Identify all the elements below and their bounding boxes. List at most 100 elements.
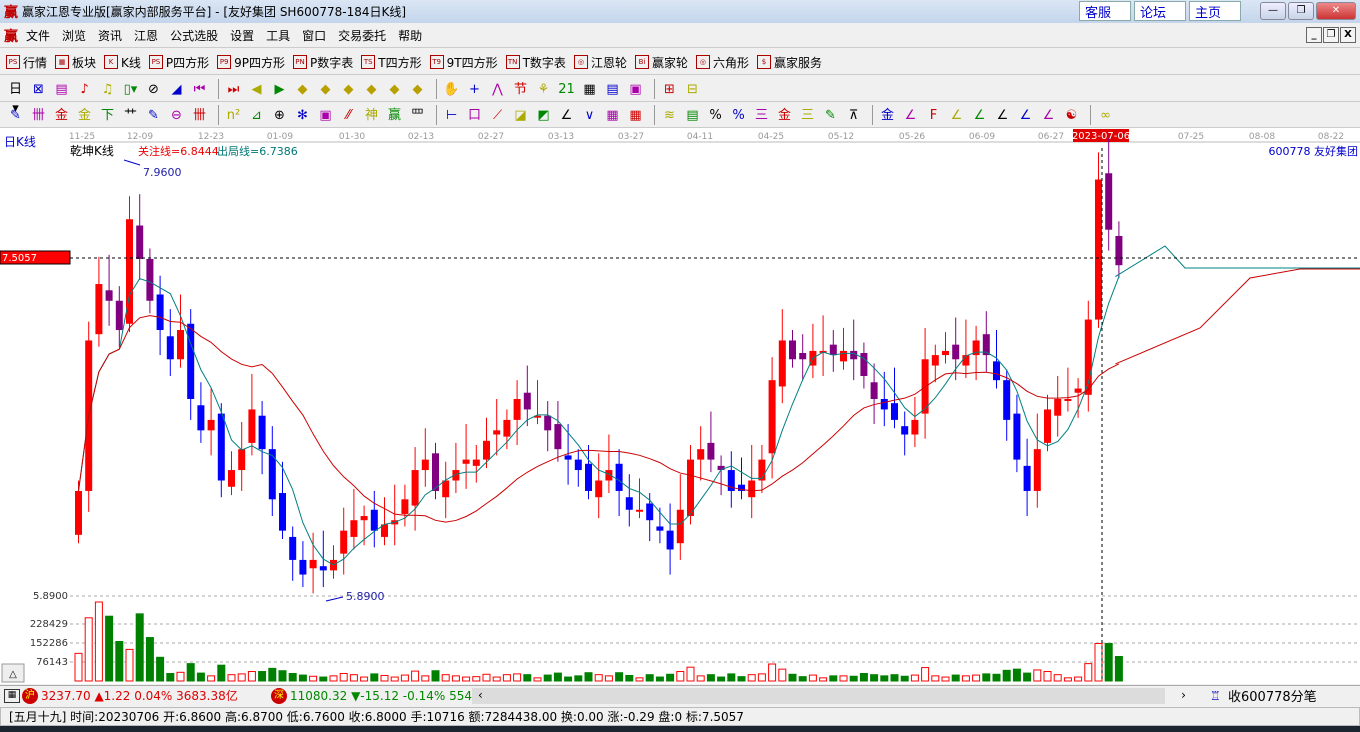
toolbar3-tool-icon-45[interactable]: ∞ [1096,106,1115,125]
toolbar3-tool-icon-15[interactable]: 神 [362,106,381,125]
toolbar3-tool-icon-20[interactable]: ⟋ [488,106,507,125]
toolbar2-tool-icon-24[interactable]: ▦ [580,80,599,99]
menu-item-5[interactable]: 设置 [230,27,254,44]
mdi-restore-button[interactable]: ❐ [1323,27,1339,43]
toolbar2-tool-icon-4[interactable]: ♫ [98,80,117,99]
toolbar2-tool-icon-16[interactable]: ◆ [385,80,404,99]
kline-chart[interactable]: 11-25 12-09 12-23 01-09 01-30 02-13 02-27 03-13… [0,128,1360,684]
toolbar2-tool-icon-14[interactable]: ◆ [339,80,358,99]
toolbar2-tool-icon-9[interactable]: ⏭ [224,80,243,99]
menu-item-1[interactable]: 浏览 [62,27,86,44]
chart-canvas[interactable]: 11-25 12-09 12-23 01-09 01-30 02-13 02-27 03-13… [0,128,1360,684]
toolbar3-tool-icon-44[interactable]: ☯ [1062,106,1081,125]
toolbar3-tool-icon-31[interactable]: 三 [752,106,771,125]
toolbar-button-2[interactable]: K K线 [104,54,141,71]
toolbar3-tool-icon-33[interactable]: 三 [798,106,817,125]
toolbar3-tool-icon-43[interactable]: ∠ [1039,106,1058,125]
menu-item-2[interactable]: 资讯 [98,27,122,44]
toolbar3-tool-icon-41[interactable]: ∠ [993,106,1012,125]
toolbar3-tool-icon-4[interactable]: 下 [98,106,117,125]
toolbar-button-8[interactable]: TN T数字表 [505,54,566,71]
toolbar-button-5[interactable]: PN P数字表 [293,54,353,71]
toolbar3-tool-icon-8[interactable]: 卌 [190,106,209,125]
toolbar2-tool-icon-7[interactable]: ◢ [167,80,186,99]
restore-button[interactable]: ❐ [1288,2,1314,20]
toolbar3-tool-icon-36[interactable]: 金 [878,106,897,125]
toolbar2-tool-icon-28[interactable]: ⊟ [683,80,702,99]
toolbar3-tool-icon-12[interactable]: ✻ [293,106,312,125]
menu-item-8[interactable]: 交易委托 [338,27,386,44]
toolbar3-tool-icon-24[interactable]: ∨ [580,106,599,125]
toolbar2-tool-icon-6[interactable]: ⊘ [144,80,163,99]
toolbar2-tool-icon-22[interactable]: ⚘ [534,80,553,99]
toolbar2-tool-icon-25[interactable]: ▤ [603,80,622,99]
toolbar-button-12[interactable]: $ 赢家服务 [756,54,822,71]
toolbar3-tool-icon-7[interactable]: ⊖ [167,106,186,125]
toolbar2-tool-icon-23[interactable]: 21 [557,80,576,99]
menu-item-4[interactable]: 公式选股 [170,27,218,44]
toolbar3-tool-icon-34[interactable]: ✎ [821,106,840,125]
toolbar3-tool-icon-5[interactable]: 艹 [121,106,140,125]
toolbar3-tool-icon-0[interactable]: ✎ [6,106,25,125]
toolbar2-tool-icon-18[interactable]: ✋ [442,80,461,99]
toolbar3-tool-icon-26[interactable]: ▦ [626,106,645,125]
menu-item-3[interactable]: 江恩 [134,27,158,44]
toolbar-button-4[interactable]: P9 9P四方形 [217,54,285,71]
toolbar2-tool-icon-12[interactable]: ◆ [293,80,312,99]
customer-service-link[interactable]: 客服 [1079,1,1131,21]
toolbar3-tool-icon-22[interactable]: ◩ [534,106,553,125]
tick-data-link[interactable]: 收600778分笔 [1228,686,1317,705]
toolbar3-tool-icon-25[interactable]: ▦ [603,106,622,125]
toolbar3-tool-icon-21[interactable]: ◪ [511,106,530,125]
toolbar3-tool-icon-17[interactable]: 罒 [408,106,427,125]
mdi-minimize-button[interactable]: _ [1306,27,1322,43]
toolbar-button-7[interactable]: T9 9T四方形 [429,54,498,71]
scroll-right-icon[interactable]: › [1165,688,1202,704]
toolbar2-tool-icon-5[interactable]: ▯▾ [121,80,140,99]
toolbar3-tool-icon-16[interactable]: 赢 [385,106,404,125]
toolbar3-tool-icon-42[interactable]: ∠ [1016,106,1035,125]
toolbar3-tool-icon-10[interactable]: ⊿ [247,106,266,125]
toolbar3-tool-icon-9[interactable]: n² [224,106,243,125]
toolbar2-tool-icon-2[interactable]: ▤ [52,80,71,99]
toolbar3-tool-icon-1[interactable]: 卌 [29,106,48,125]
forum-link[interactable]: 论坛 [1134,1,1186,21]
toolbar2-tool-icon-26[interactable]: ▣ [626,80,645,99]
toolbar-button-0[interactable]: PS 行情 [6,54,47,71]
horizontal-scrollbar[interactable]: ‹ › [472,688,1202,704]
minimize-button[interactable]: — [1260,2,1286,20]
toolbar2-tool-icon-11[interactable]: ▶ [270,80,289,99]
toolbar3-tool-icon-29[interactable]: % [706,106,725,125]
menu-item-9[interactable]: 帮助 [398,27,422,44]
toolbar3-tool-icon-23[interactable]: ∠ [557,106,576,125]
toolbar2-tool-icon-27[interactable]: ⊞ [660,80,679,99]
toolbar3-tool-icon-27[interactable]: ≋ [660,106,679,125]
table-icon[interactable]: ▦ [4,688,20,703]
toolbar-button-10[interactable]: Bi 赢家轮 [634,54,688,71]
toolbar2-tool-icon-19[interactable]: + [465,80,484,99]
toolbar2-tool-icon-20[interactable]: ⋀ [488,80,507,99]
toolbar2-tool-icon-21[interactable]: 节 [511,80,530,99]
toolbar3-tool-icon-11[interactable]: ⊕ [270,106,289,125]
toolbar3-tool-icon-39[interactable]: ∠ [947,106,966,125]
toolbar2-tool-icon-10[interactable]: ◀ [247,80,266,99]
toolbar3-tool-icon-6[interactable]: ✎ [144,106,163,125]
toolbar3-tool-icon-19[interactable]: 口 [465,106,484,125]
toolbar-button-1[interactable]: ▦ 板块 [55,54,96,71]
scroll-left-icon[interactable]: ‹ [478,688,483,702]
mdi-close-button[interactable]: X [1340,27,1356,43]
homepage-link[interactable]: 主页 [1189,1,1241,21]
menu-item-7[interactable]: 窗口 [302,27,326,44]
toolbar3-tool-icon-30[interactable]: % [729,106,748,125]
toolbar-button-3[interactable]: PS P四方形 [148,54,209,71]
toolbar-button-11[interactable]: ◎ 六角形 [695,54,749,71]
menu-item-0[interactable]: 文件 [26,27,50,44]
toolbar3-tool-icon-2[interactable]: 金 [52,106,71,125]
menu-item-6[interactable]: 工具 [266,27,290,44]
toolbar3-tool-icon-28[interactable]: ▤ [683,106,702,125]
toolbar3-tool-icon-13[interactable]: ▣ [316,106,335,125]
toolbar2-tool-icon-13[interactable]: ◆ [316,80,335,99]
toolbar3-tool-icon-14[interactable]: ⁄⁄ [339,106,358,125]
toolbar3-tool-icon-35[interactable]: ⊼ [844,106,863,125]
toolbar2-tool-icon-15[interactable]: ◆ [362,80,381,99]
